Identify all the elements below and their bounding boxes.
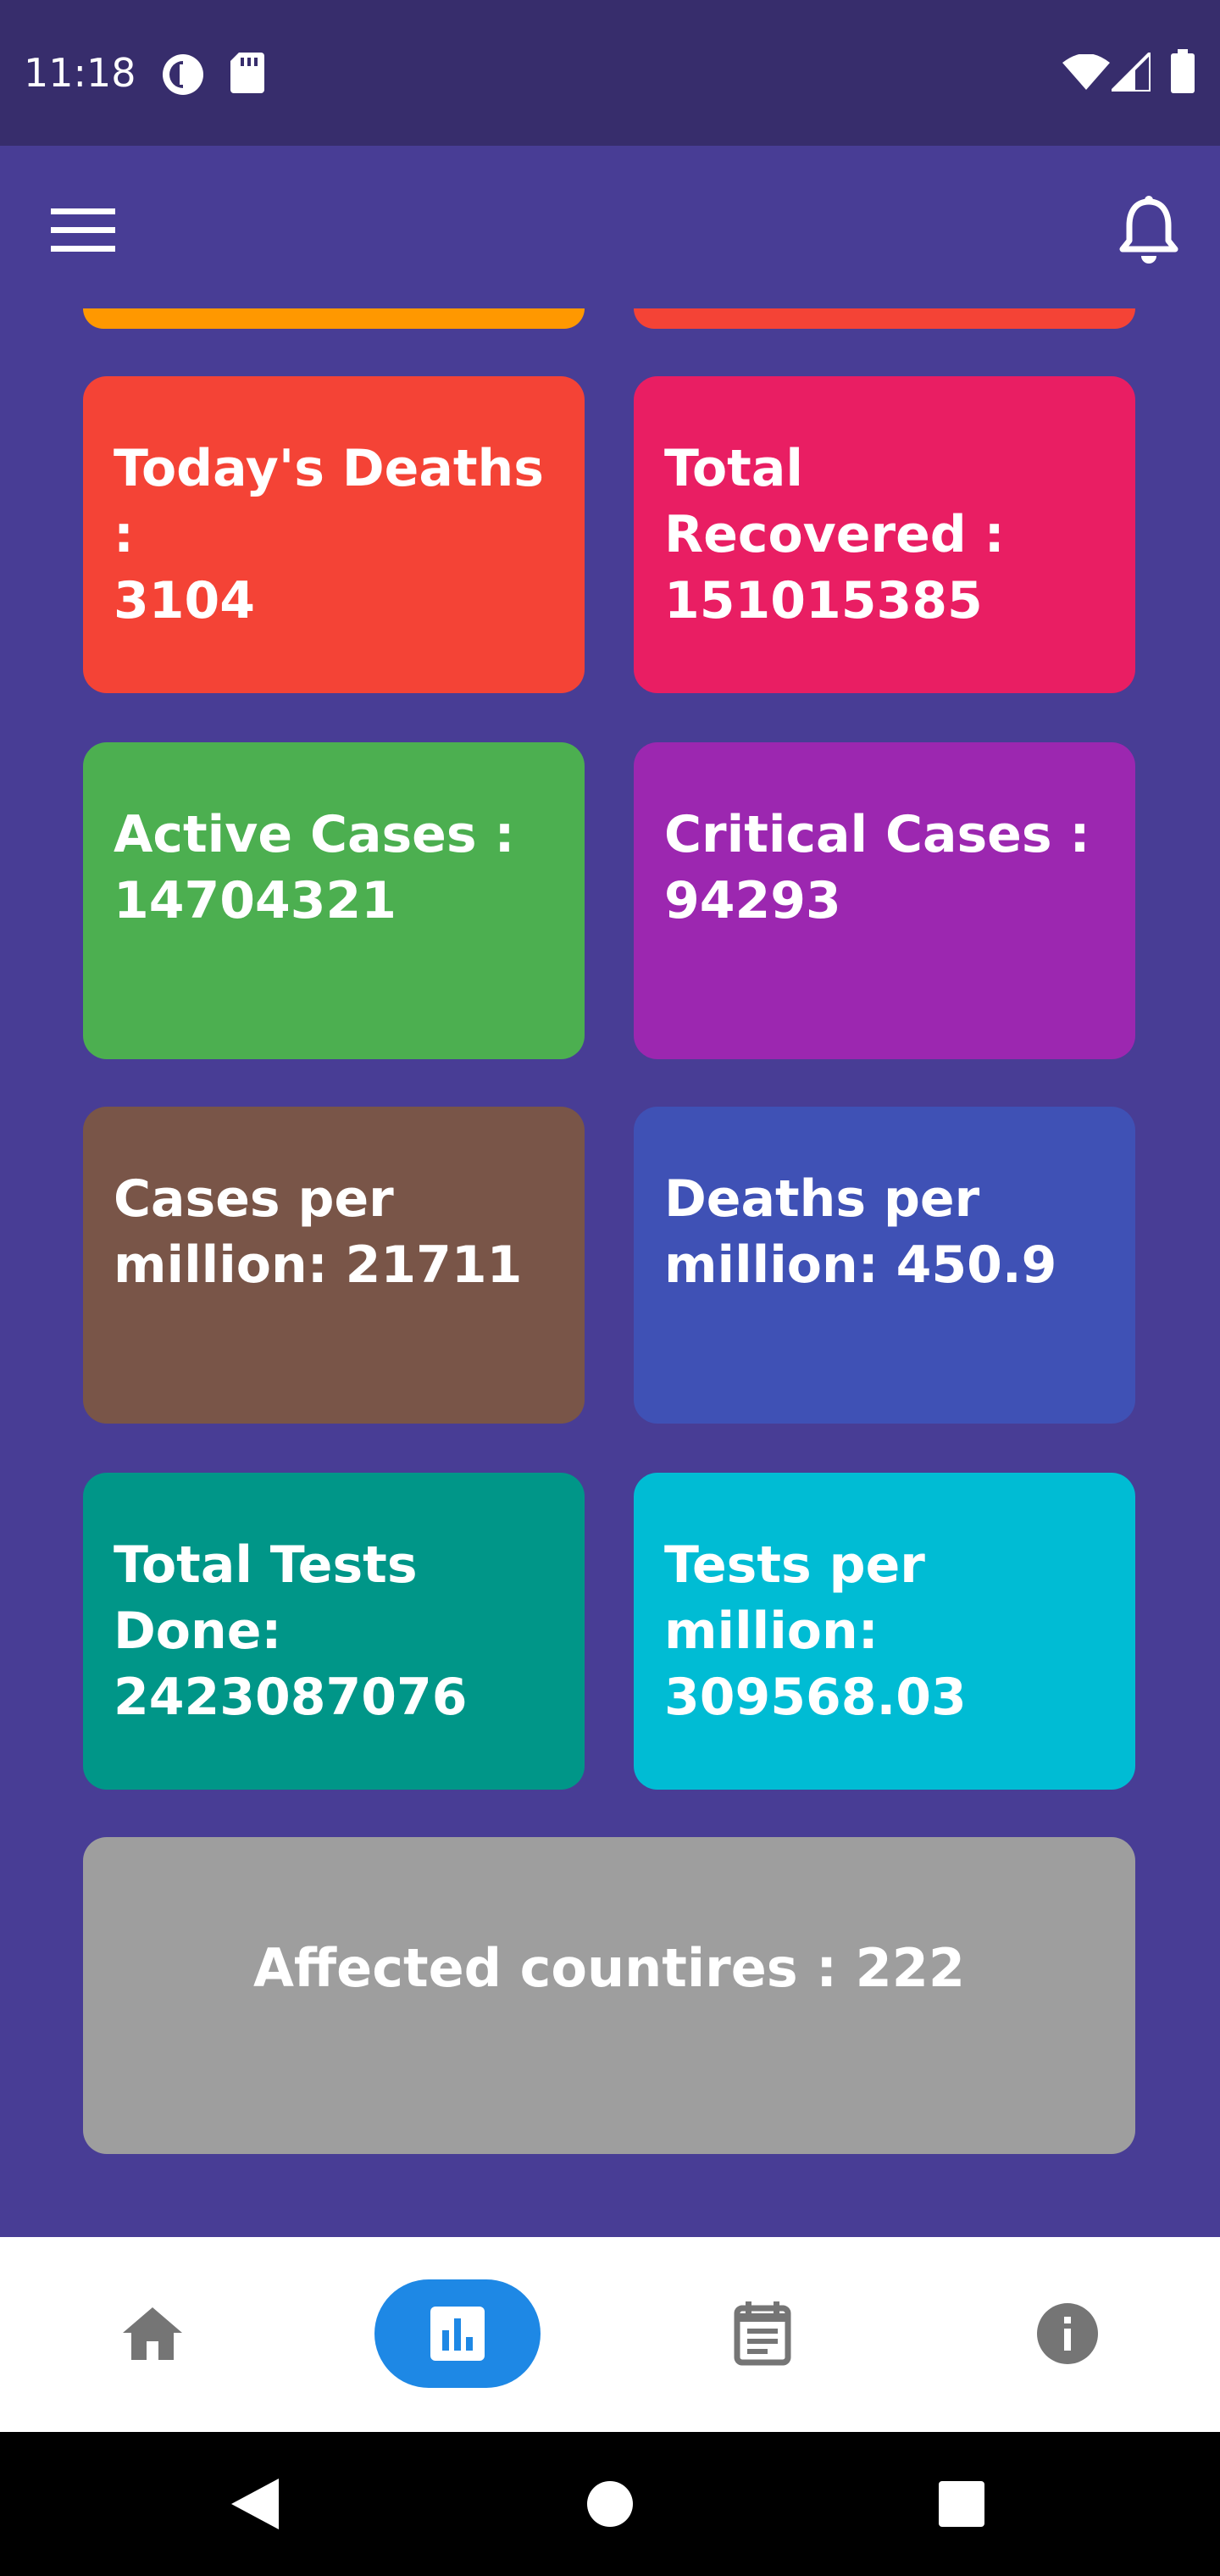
system-back-button[interactable] <box>217 2466 293 2542</box>
menu-icon <box>51 208 115 252</box>
active-cases-value: 14704321 <box>114 871 396 930</box>
critical-cases-value: 94293 <box>664 871 841 930</box>
bar-chart-icon <box>430 2307 485 2361</box>
calendar-icon <box>734 2301 791 2366</box>
nav-info[interactable] <box>1013 2279 1122 2388</box>
todays-deaths-value: 3104 <box>114 571 255 630</box>
home-circle-icon <box>587 2481 633 2527</box>
home-icon <box>123 2307 182 2360</box>
signal-icon <box>1107 48 1152 95</box>
data-saver-icon <box>161 53 205 100</box>
total-recovered-label: Total Recovered : <box>664 439 1005 564</box>
total-tests-card: Total Tests Done: 2423087076 <box>83 1473 585 1790</box>
back-icon <box>231 2479 279 2529</box>
bell-icon <box>1119 196 1178 264</box>
affected-countries-text: Affected countires : 222 <box>252 1937 966 1999</box>
battery-icon <box>1171 49 1195 97</box>
system-navigation-bar <box>0 2432 1220 2576</box>
status-bar: 11:18 <box>0 0 1220 146</box>
active-cases-card: Active Cases : 14704321 <box>83 742 585 1059</box>
cases-per-million-label: Cases per <box>114 1169 394 1229</box>
system-recents-button[interactable] <box>923 2466 1000 2542</box>
recents-icon <box>939 2481 984 2527</box>
total-tests-value: 2423087076 <box>114 1668 468 1727</box>
stat-card-partial-right <box>634 308 1135 329</box>
notification-button[interactable] <box>1106 188 1191 273</box>
bottom-navigation <box>0 2237 1220 2432</box>
app-screen: 11:18 Today's Deaths: 3104 Total Recove… <box>0 0 1220 2576</box>
status-time: 11:18 <box>24 50 136 96</box>
tests-per-million-label: Tests per million: <box>664 1535 925 1661</box>
total-recovered-value: 151015385 <box>664 571 983 630</box>
tests-per-million-card: Tests per million: 309568.03 <box>634 1473 1135 1790</box>
total-recovered-card: Total Recovered : 151015385 <box>634 376 1135 693</box>
total-tests-label: Total Tests Done: <box>114 1535 418 1661</box>
affected-countries-card: Affected countires : 222 <box>83 1837 1135 2154</box>
critical-cases-label: Critical Cases : <box>664 805 1090 864</box>
menu-button[interactable] <box>41 188 125 273</box>
system-home-button[interactable] <box>572 2466 648 2542</box>
cases-per-million-value: million: 21711 <box>114 1235 523 1295</box>
active-cases-label: Active Cases : <box>114 805 515 864</box>
todays-deaths-label: Today's Deaths : <box>114 439 544 564</box>
deaths-per-million-card: Deaths per million: 450.9 <box>634 1107 1135 1424</box>
stat-card-partial-left <box>83 308 585 329</box>
nav-stats[interactable] <box>374 2279 541 2388</box>
todays-deaths-card: Today's Deaths : 3104 <box>83 376 585 693</box>
tests-per-million-value: 309568.03 <box>664 1668 967 1727</box>
deaths-per-million-value: million: 450.9 <box>664 1235 1057 1295</box>
nav-home[interactable] <box>98 2279 207 2388</box>
wifi-icon <box>1062 53 1110 93</box>
app-bar <box>0 146 1220 315</box>
cases-per-million-card: Cases per million: 21711 <box>83 1107 585 1424</box>
sd-card-icon <box>230 53 264 97</box>
critical-cases-card: Critical Cases : 94293 <box>634 742 1135 1059</box>
deaths-per-million-label: Deaths per <box>664 1169 980 1229</box>
nav-calendar[interactable] <box>708 2279 817 2388</box>
info-icon <box>1037 2303 1098 2364</box>
